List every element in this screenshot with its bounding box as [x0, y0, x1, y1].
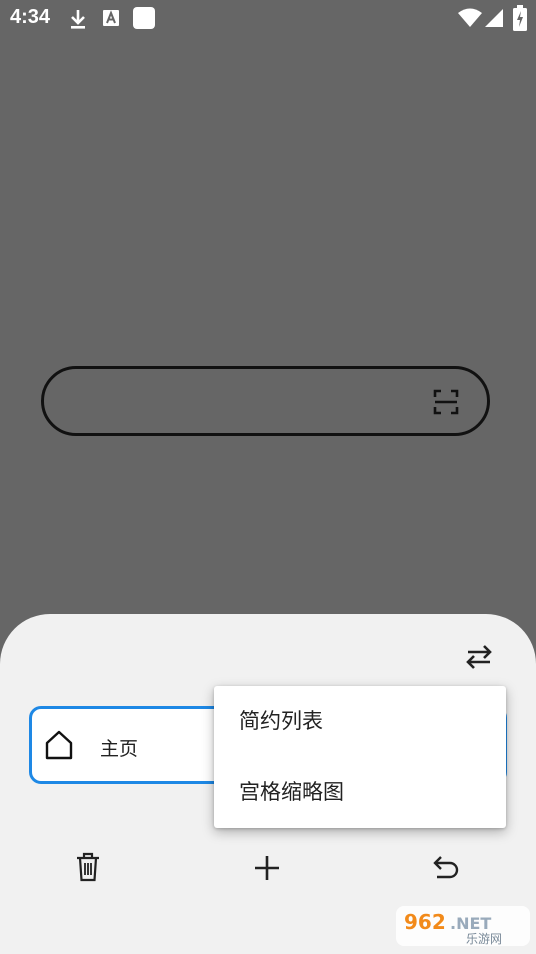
- menu-item-grid-thumbnails[interactable]: 宫格缩略图: [214, 757, 506, 828]
- battery-icon: [513, 5, 527, 31]
- svg-text:乐游网: 乐游网: [466, 932, 502, 946]
- swap-arrows-icon[interactable]: [464, 644, 494, 670]
- trash-icon[interactable]: [75, 852, 101, 882]
- a-badge-icon: [103, 10, 119, 26]
- status-time: 4:34: [10, 6, 51, 28]
- svg-text:.NET: .NET: [450, 914, 491, 933]
- wifi-icon: [458, 8, 482, 27]
- view-mode-menu: 简约列表 宫格缩略图: [214, 686, 506, 828]
- scan-icon[interactable]: [433, 389, 459, 415]
- status-bar: 4:34: [0, 0, 536, 36]
- search-bar[interactable]: [41, 366, 490, 436]
- download-icon: [71, 10, 85, 29]
- svg-text:962: 962: [404, 910, 446, 934]
- add-icon[interactable]: [254, 855, 280, 881]
- undo-icon[interactable]: [432, 855, 460, 881]
- watermark-logo: 962 .NET 乐游网: [396, 906, 530, 946]
- home-icon: [45, 730, 73, 760]
- menu-item-simple-list[interactable]: 简约列表: [214, 686, 506, 757]
- signal-icon: [485, 9, 503, 27]
- app-square-icon: [133, 7, 155, 29]
- tab-title: 主页: [100, 738, 139, 760]
